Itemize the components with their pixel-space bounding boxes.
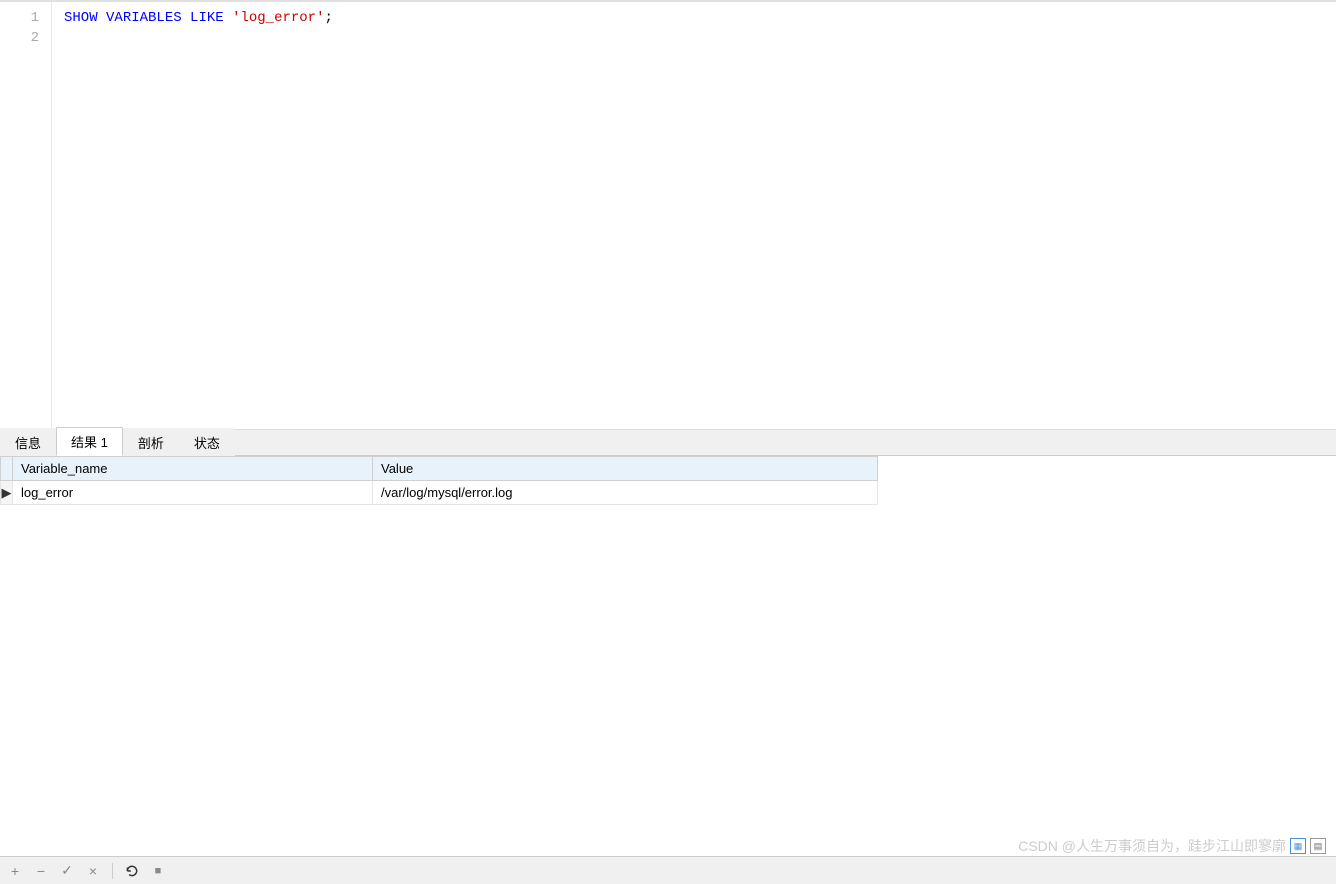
column-header-value[interactable]: Value	[373, 457, 878, 481]
column-header-variable-name[interactable]: Variable_name	[13, 457, 373, 481]
add-row-button[interactable]: +	[6, 862, 24, 880]
row-indicator-header	[1, 457, 13, 481]
result-tabs-bar: 信息 结果 1 剖析 状态	[0, 430, 1336, 456]
table-header-row: Variable_name Value	[1, 457, 878, 481]
line-number: 2	[0, 28, 51, 48]
result-table: Variable_name Value ▶ log_error /var/log…	[0, 456, 878, 505]
sql-keyword: SHOW	[64, 10, 98, 26]
cancel-button[interactable]: ×	[84, 862, 102, 880]
apply-button[interactable]: ✓	[58, 862, 76, 880]
stop-button[interactable]: ■	[149, 862, 167, 880]
remove-row-button[interactable]: −	[32, 862, 50, 880]
cell-value[interactable]: /var/log/mysql/error.log	[373, 481, 878, 505]
bottom-toolbar: + − ✓ × ■	[0, 856, 1336, 884]
table-row[interactable]: ▶ log_error /var/log/mysql/error.log	[1, 481, 878, 505]
tab-result1[interactable]: 结果 1	[56, 427, 123, 456]
sql-keyword: VARIABLES	[106, 10, 182, 26]
sql-terminator: ;	[324, 10, 332, 26]
result-table-panel: Variable_name Value ▶ log_error /var/log…	[0, 456, 1336, 856]
toolbar-separator	[112, 863, 113, 879]
tab-profile[interactable]: 剖析	[123, 428, 179, 456]
sql-editor-pane: 1 2 SHOW VARIABLES LIKE 'log_error';	[0, 0, 1336, 430]
cell-variable-name[interactable]: log_error	[13, 481, 373, 505]
tab-status[interactable]: 状态	[179, 428, 235, 456]
refresh-icon	[125, 864, 139, 878]
sql-code-area[interactable]: SHOW VARIABLES LIKE 'log_error';	[52, 2, 1336, 429]
row-indicator-icon: ▶	[1, 481, 13, 505]
refresh-button[interactable]	[123, 862, 141, 880]
sql-keyword: LIKE	[190, 10, 224, 26]
tab-info[interactable]: 信息	[0, 428, 56, 456]
line-number: 1	[0, 8, 51, 28]
line-number-gutter: 1 2	[0, 2, 52, 429]
sql-string: 'log_error'	[232, 10, 324, 26]
